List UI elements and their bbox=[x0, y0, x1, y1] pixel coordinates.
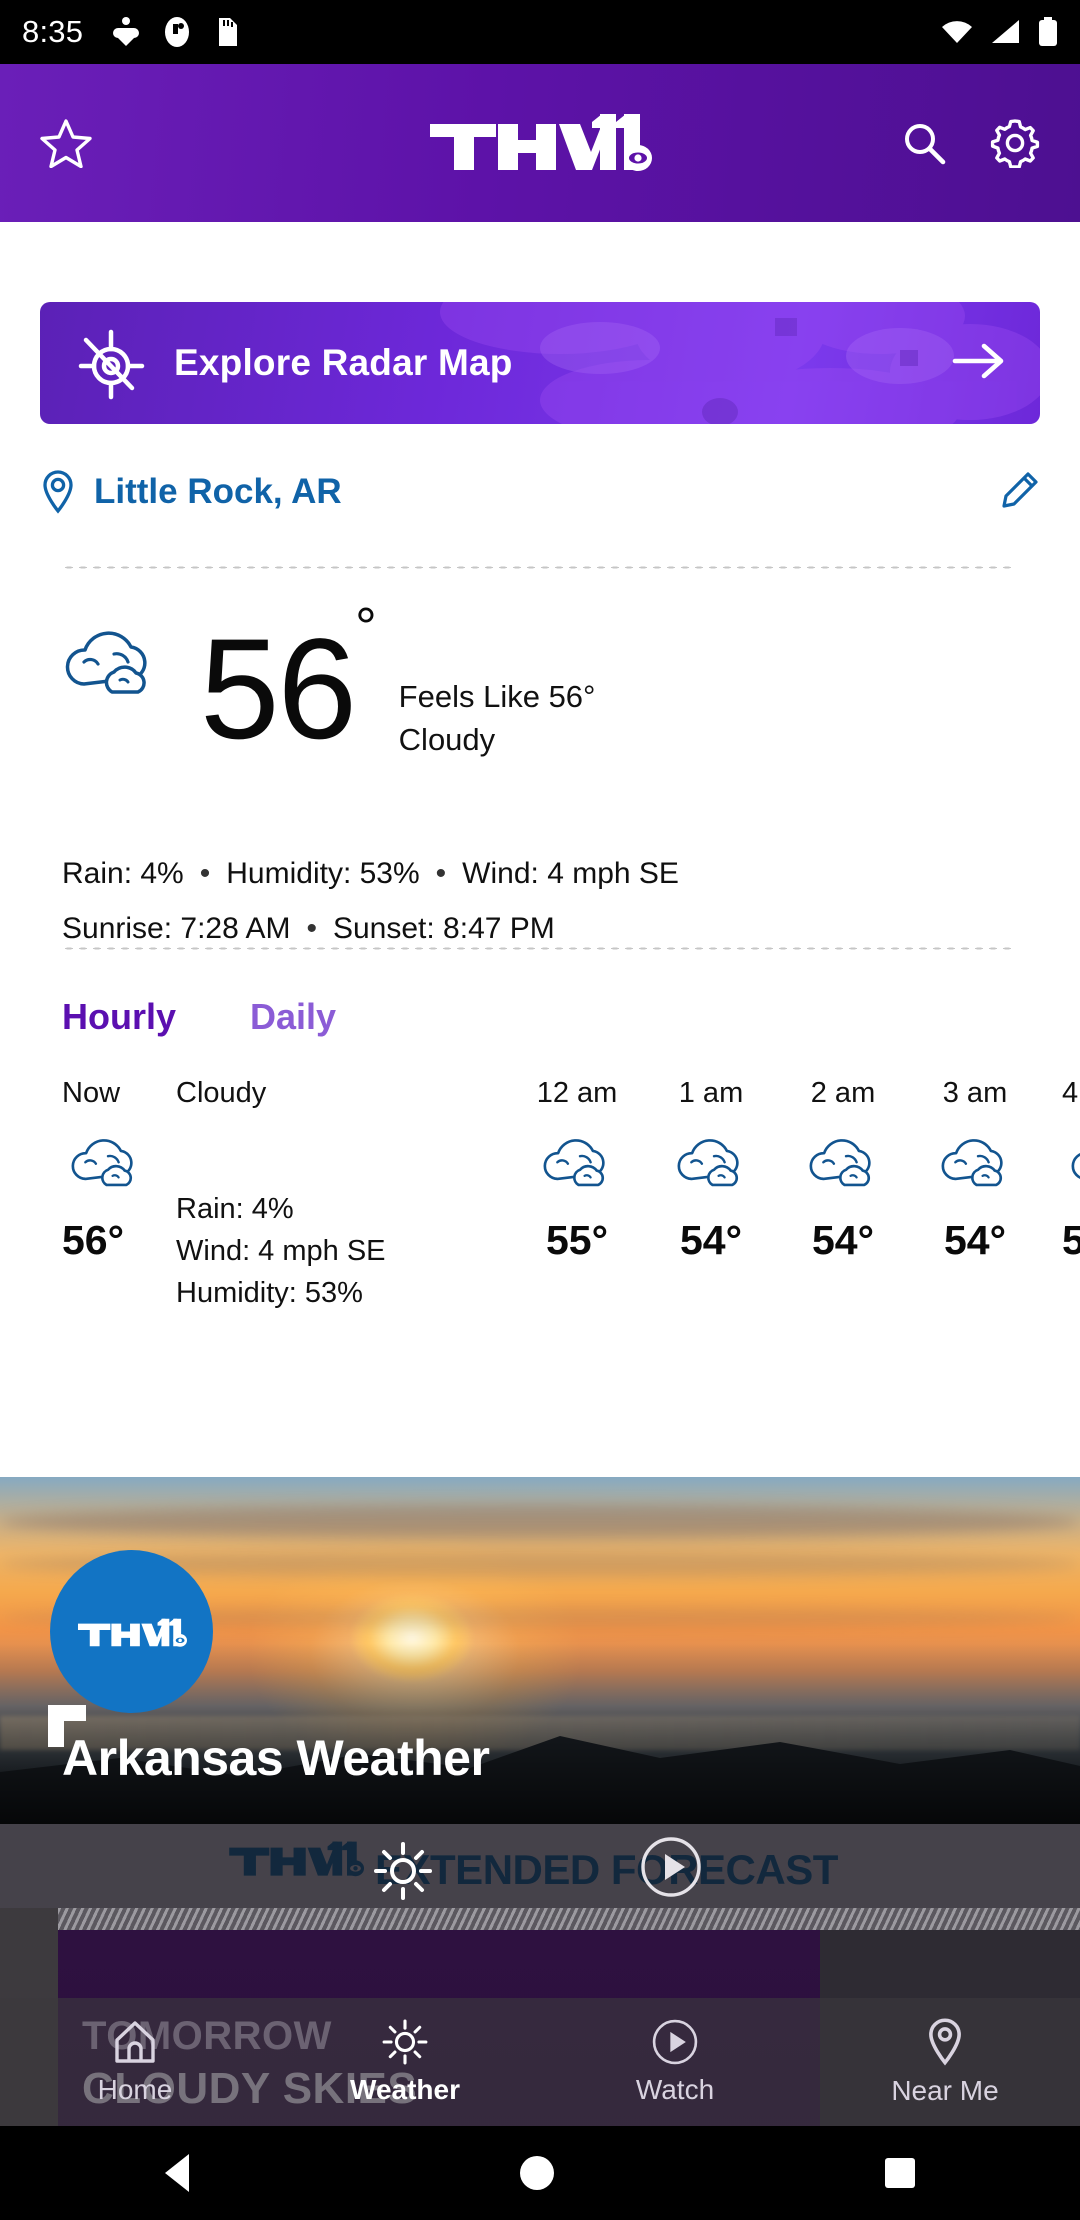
nav-item-weather[interactable]: Weather bbox=[270, 2018, 540, 2106]
star-outline-icon[interactable] bbox=[40, 118, 92, 168]
cloudy-icon bbox=[800, 1132, 886, 1199]
thv11-circle-logo bbox=[50, 1550, 213, 1713]
hourly-item-clipped[interactable]: 4 5 bbox=[1062, 1077, 1080, 1264]
location-name: Little Rock, AR bbox=[94, 472, 342, 511]
location-row[interactable]: Little Rock, AR bbox=[40, 460, 1040, 524]
hourly-time: 2 am bbox=[810, 1077, 876, 1109]
cloudy-icon bbox=[62, 1132, 148, 1199]
extended-forecast-text: EXTENDED FORECAST bbox=[375, 1846, 838, 1893]
recents-square-icon[interactable] bbox=[884, 2158, 915, 2188]
hourly-temp: 5 bbox=[1062, 1217, 1080, 1263]
thv11-logo bbox=[428, 110, 652, 177]
nav-item-home[interactable]: Home bbox=[0, 2018, 270, 2106]
location-pin-icon bbox=[929, 2018, 961, 2066]
hourly-temp: 55° bbox=[545, 1217, 608, 1263]
app-header-bar bbox=[0, 64, 1080, 222]
hourly-time: 1 am bbox=[678, 1077, 744, 1109]
play-circle-icon[interactable] bbox=[640, 1836, 702, 1898]
hourly-time: 4 bbox=[1062, 1077, 1079, 1109]
photo-card-title: Arkansas Weather bbox=[62, 1730, 490, 1786]
current-stats-line-1: Rain: 4% • Humidity: 53% • Wind: 4 mph SE bbox=[62, 857, 679, 890]
hourly-now-details: Cloudy Rain: 4% Wind: 4 mph SE Humidity:… bbox=[176, 1077, 386, 1314]
location-pin-icon bbox=[43, 470, 73, 514]
hourly-item[interactable]: 12 am 55° bbox=[534, 1077, 620, 1264]
pencil-edit-icon[interactable] bbox=[1000, 470, 1040, 515]
nav-label: Home bbox=[97, 2074, 173, 2105]
back-triangle-icon[interactable] bbox=[165, 2154, 190, 2192]
current-conditions: 56° Feels Like 56° Cloudy bbox=[62, 597, 1022, 769]
sd-card-icon bbox=[219, 18, 238, 46]
nav-label: Near Me bbox=[891, 2075, 999, 2106]
play-circle-icon bbox=[652, 2019, 698, 2065]
radar-banner-label: Explore Radar Map bbox=[174, 342, 513, 383]
hourly-item[interactable]: 3 am 54° bbox=[932, 1077, 1018, 1264]
cloudy-icon bbox=[1062, 1132, 1080, 1199]
feels-like-text: Feels Like 56° bbox=[398, 679, 596, 714]
sun-weather-icon bbox=[382, 2019, 428, 2065]
hourly-now-wind: Wind: 4 mph SE bbox=[176, 1235, 386, 1268]
bottom-navigation-bar: Home Weather Watch Near Me bbox=[0, 1998, 1080, 2126]
cloudy-icon bbox=[534, 1132, 620, 1199]
explore-radar-map-banner[interactable]: Explore Radar Map bbox=[40, 302, 1040, 424]
hourly-item[interactable]: 1 am 54° bbox=[668, 1077, 754, 1264]
hourly-time: Now bbox=[62, 1077, 121, 1109]
scroll-content: Explore Radar Map Little Rock, AR 56° Fe… bbox=[0, 222, 1080, 2220]
cloudy-icon bbox=[932, 1132, 1018, 1199]
hourly-item[interactable]: 2 am 54° bbox=[800, 1077, 886, 1264]
home-circle-icon[interactable] bbox=[519, 2156, 554, 2190]
cloudy-icon bbox=[668, 1132, 754, 1199]
divider-top bbox=[62, 566, 1014, 569]
thv11-logo-small bbox=[228, 1838, 364, 1883]
sun-icon bbox=[374, 1842, 432, 1900]
hourly-time: 3 am bbox=[942, 1077, 1008, 1109]
hourly-now-rain: Rain: 4% bbox=[176, 1193, 294, 1225]
status-bar-clock: 8:35 bbox=[22, 14, 84, 49]
hourly-now-condition: Cloudy bbox=[176, 1077, 267, 1109]
hourly-item-now[interactable]: Now 56° bbox=[62, 1077, 148, 1264]
divider-bottom bbox=[62, 947, 1014, 950]
search-icon[interactable] bbox=[900, 119, 948, 167]
home-icon bbox=[115, 2021, 155, 2063]
hatched-divider bbox=[58, 1908, 1080, 1930]
gear-icon[interactable] bbox=[990, 118, 1040, 168]
forecast-tabs: Hourly Daily bbox=[62, 996, 336, 1038]
hourly-temp: 54° bbox=[679, 1217, 742, 1263]
nav-label: Weather bbox=[350, 2074, 460, 2105]
current-stats-line-2: Sunrise: 7:28 AM • Sunset: 8:47 PM bbox=[62, 912, 555, 945]
nav-item-watch[interactable]: Watch bbox=[540, 2018, 810, 2106]
android-navigation-bar bbox=[0, 2126, 1080, 2220]
hourly-forecast-strip[interactable]: Now 56° Cloudy Rain: 4% Wind: 4 mph SE H… bbox=[0, 1077, 1080, 1309]
nav-label: Watch bbox=[635, 2074, 715, 2105]
tab-daily[interactable]: Daily bbox=[250, 996, 336, 1038]
signal-icon bbox=[992, 20, 1019, 43]
arkansas-weather-photo-card[interactable]: Arkansas Weather bbox=[0, 1477, 1080, 1824]
nav-item-near-me[interactable]: Near Me bbox=[810, 2017, 1080, 2107]
current-temperature: 56° bbox=[200, 597, 377, 769]
hourly-temp: 54° bbox=[811, 1217, 874, 1263]
phone-screen: 8:35 Explore Radar Map Little Rock, AR 5… bbox=[0, 0, 1080, 2220]
arrow-right-icon[interactable] bbox=[952, 341, 1006, 386]
cloudy-icon bbox=[65, 631, 147, 694]
hourly-time: 12 am bbox=[536, 1077, 618, 1109]
heart-pulse-icon bbox=[113, 17, 140, 46]
app-notification-icon bbox=[165, 17, 190, 47]
hourly-temp: 54° bbox=[943, 1217, 1006, 1263]
hourly-now-humidity: Humidity: 53% bbox=[176, 1277, 363, 1310]
wifi-icon bbox=[942, 21, 972, 43]
tab-hourly[interactable]: Hourly bbox=[62, 996, 176, 1038]
android-status-bar: 8:35 bbox=[0, 0, 1080, 64]
hourly-temp: 56° bbox=[62, 1217, 125, 1263]
current-condition-text: Cloudy bbox=[398, 721, 496, 757]
battery-icon bbox=[1039, 17, 1057, 46]
